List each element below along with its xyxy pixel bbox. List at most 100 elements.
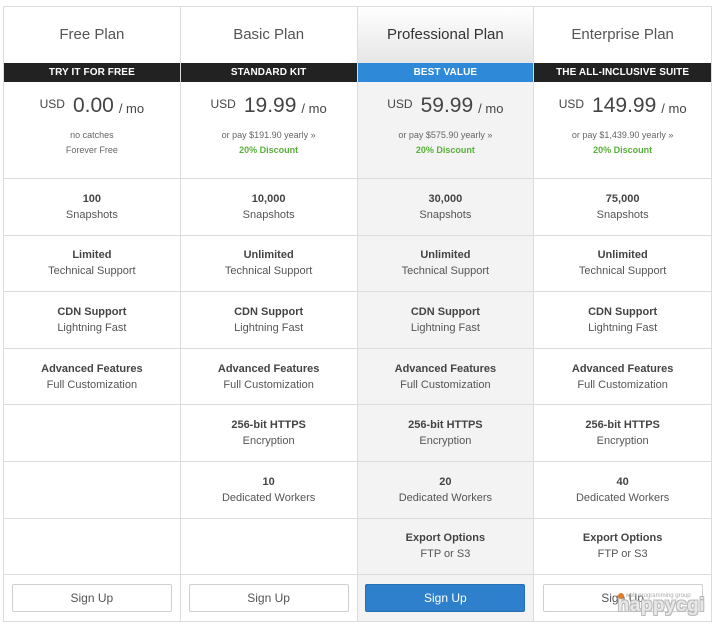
feature-subtitle: FTP or S3 (597, 548, 648, 561)
feature-cell: Advanced Features Full Customization (180, 349, 357, 406)
watermark-caption: web programming group (625, 593, 691, 599)
feature-cell: 100 Snapshots (4, 179, 180, 236)
feature-cell: 30,000 Snapshots (357, 179, 534, 236)
feature-subtitle: Full Customization (577, 378, 668, 391)
feature-cell: 256-bit HTTPS Encryption (357, 405, 534, 463)
feature-title: 10 (262, 475, 275, 488)
price-period: / mo (301, 101, 327, 117)
feature-title: Export Options (582, 532, 663, 545)
price-period: / mo (661, 101, 687, 117)
plan-tagline: BEST VALUE (357, 62, 534, 83)
feature-title: Advanced Features (394, 362, 497, 375)
feature-title: Advanced Features (571, 362, 674, 375)
feature-subtitle: Snapshots (419, 208, 472, 221)
feature-title: 20 (439, 475, 452, 488)
feature-subtitle: FTP or S3 (420, 548, 471, 561)
feature-title: Advanced Features (217, 362, 320, 375)
feature-title: Advanced Features (41, 362, 143, 375)
feature-cell: 75,000 Snapshots (534, 179, 711, 236)
feature-title: CDN Support (588, 305, 658, 318)
feature-title: CDN Support (234, 305, 304, 318)
feature-cell: 256-bit HTTPS Encryption (180, 405, 357, 463)
feature-cell: 10 Dedicated Workers (180, 462, 357, 519)
price-period: / mo (478, 101, 504, 117)
feature-subtitle: Lightning Fast (588, 321, 658, 334)
discount-badge: 20% Discount (239, 145, 299, 156)
price-period: / mo (118, 101, 145, 117)
watermark-dot-icon (617, 593, 624, 599)
feature-cell: CDN Support Lightning Fast (4, 292, 180, 349)
price-note[interactable]: or pay $575.90 yearly » (398, 130, 492, 140)
feature-subtitle: Lightning Fast (57, 321, 127, 334)
feature-cell: Advanced Features Full Customization (4, 349, 180, 406)
price: USD 59.99 / mo (387, 94, 503, 118)
price-amount: 0.00 (72, 94, 114, 118)
sign-up-button-professional[interactable]: Sign Up (365, 584, 526, 613)
price-currency: USD (387, 97, 413, 112)
price-note: no catches (70, 130, 114, 141)
price-cell: USD 19.99 / mo or pay $191.90 yearly » 2… (180, 82, 357, 179)
feature-subtitle: Full Customization (46, 378, 138, 391)
feature-title: Export Options (405, 532, 486, 545)
feature-title: Unlimited (597, 249, 648, 262)
feature-subtitle: Encryption (419, 435, 472, 448)
feature-title: 40 (616, 475, 629, 488)
feature-cell: CDN Support Lightning Fast (534, 292, 711, 349)
price-cell: USD 0.00 / mo no catches Forever Free (4, 82, 180, 179)
price-currency: USD (39, 97, 65, 112)
plan-name: Enterprise Plan (571, 26, 674, 44)
watermark-logo: web programming group happycgi (617, 593, 705, 617)
feature-title: Limited (72, 249, 112, 262)
feature-title: Unlimited (420, 249, 471, 262)
feature-title: 75,000 (605, 192, 640, 205)
plan-column-professional: Professional Plan BEST VALUE USD 59.99 /… (357, 7, 535, 621)
plan-name: Basic Plan (233, 26, 305, 44)
sign-up-button-basic[interactable]: Sign Up (188, 584, 349, 613)
feature-subtitle: Dedicated Workers (221, 491, 316, 504)
feature-subtitle: Dedicated Workers (398, 491, 493, 504)
feature-cell: Unlimited Technical Support (180, 236, 357, 293)
feature-subtitle: Dedicated Workers (575, 491, 670, 504)
price: USD 149.99 / mo (559, 94, 687, 118)
feature-cell: 256-bit HTTPS Encryption (534, 405, 711, 463)
feature-subtitle: Lightning Fast (410, 321, 480, 334)
feature-cell: Unlimited Technical Support (534, 236, 711, 293)
feature-cell: Unlimited Technical Support (357, 236, 534, 293)
plan-column-basic: Basic Plan STANDARD KIT USD 19.99 / mo o… (180, 7, 358, 621)
price-note[interactable]: or pay $191.90 yearly » (222, 130, 316, 140)
feature-title: Unlimited (243, 249, 294, 262)
feature-cell: Advanced Features Full Customization (534, 349, 711, 406)
price-amount: 149.99 (592, 94, 657, 118)
feature-subtitle: Technical Support (578, 265, 667, 278)
feature-subtitle: Technical Support (48, 265, 136, 278)
feature-subtitle: Snapshots (596, 208, 649, 221)
feature-cell: 10,000 Snapshots (180, 179, 357, 236)
feature-cell: Limited Technical Support (4, 236, 180, 293)
price-cell: USD 59.99 / mo or pay $575.90 yearly » 2… (357, 82, 534, 179)
sign-up-button-free[interactable]: Sign Up (11, 584, 172, 613)
price: USD 19.99 / mo (211, 94, 327, 118)
price-currency: USD (210, 97, 236, 112)
plan-tagline: STANDARD KIT (180, 62, 357, 83)
plan-name: Free Plan (59, 26, 125, 44)
plan-column-enterprise: Enterprise Plan THE ALL-INCLUSIVE SUITE … (534, 7, 711, 621)
feature-title: 256-bit HTTPS (231, 419, 306, 432)
feature-subtitle: Full Customization (400, 378, 491, 391)
feature-title: 10,000 (251, 192, 286, 205)
price-currency: USD (558, 97, 585, 112)
price-note-secondary: Forever Free (65, 145, 118, 156)
discount-badge: 20% Discount (415, 145, 475, 156)
feature-cell-empty (4, 462, 180, 519)
feature-cell-empty (180, 519, 357, 576)
price-note[interactable]: or pay $1,439.90 yearly » (572, 130, 674, 140)
feature-title: 256-bit HTTPS (585, 419, 660, 432)
price-cell: USD 149.99 / mo or pay $1,439.90 yearly … (534, 82, 711, 179)
plan-tagline: TRY IT FOR FREE (4, 62, 180, 83)
feature-cell: 20 Dedicated Workers (357, 462, 534, 519)
plan-column-free: Free Plan TRY IT FOR FREE USD 0.00 / mo … (4, 7, 181, 621)
feature-cell: Advanced Features Full Customization (357, 349, 534, 406)
feature-cell: 40 Dedicated Workers (534, 462, 711, 519)
feature-subtitle: Technical Support (401, 265, 490, 278)
discount-badge: 20% Discount (593, 145, 653, 156)
feature-subtitle: Encryption (596, 435, 649, 448)
